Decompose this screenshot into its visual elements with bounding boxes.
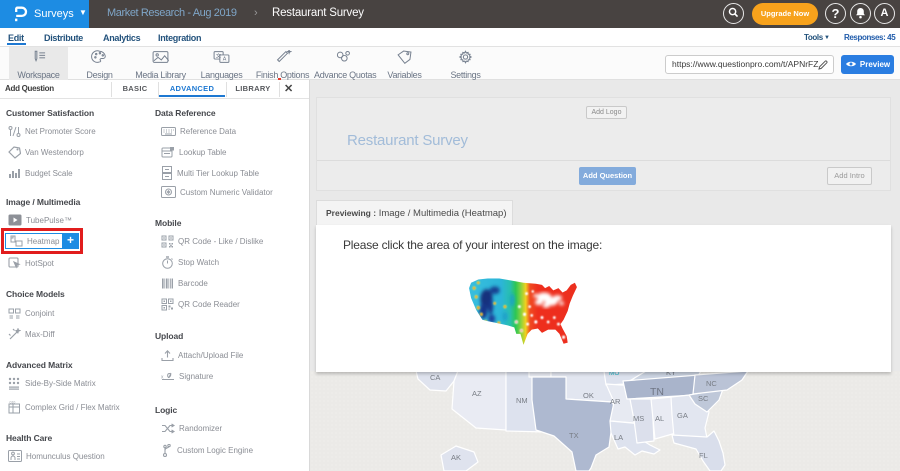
svg-text:MS: MS [633,414,644,423]
svg-text:文: 文 [216,51,222,59]
svg-text:A: A [223,57,227,63]
svg-text:TN: TN [650,386,664,398]
svg-text:AR: AR [610,397,621,406]
svg-text:SC: SC [698,394,709,403]
svg-text:FL: FL [699,451,708,460]
svg-text:NC: NC [706,379,717,388]
svg-text:CA: CA [430,373,440,382]
svg-text:AZ: AZ [472,389,482,398]
svg-text:NM: NM [516,396,528,405]
svg-text:LA: LA [614,433,623,442]
svg-text:TX: TX [569,431,579,440]
svg-text:AL: AL [655,414,664,423]
svg-text:AK: AK [451,453,461,462]
svg-text:010: 010 [10,401,16,405]
svg-text:GA: GA [677,411,688,420]
svg-text:OK: OK [583,391,594,400]
